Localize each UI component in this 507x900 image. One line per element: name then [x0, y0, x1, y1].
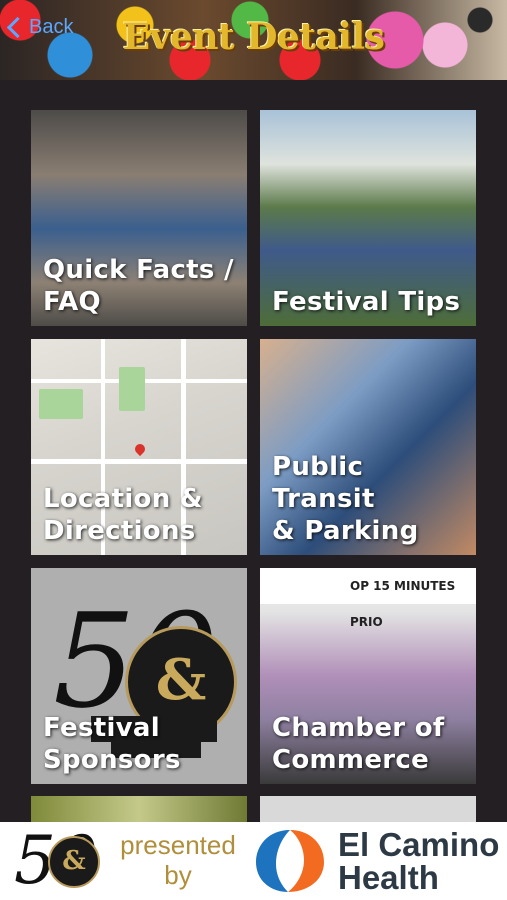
tile-label: Quick Facts / FAQ: [43, 255, 234, 317]
map-pin-icon: [132, 441, 148, 457]
map-park: [119, 367, 145, 411]
tile-location-directions[interactable]: Location & Directions: [31, 339, 247, 555]
tile-quick-facts-faq[interactable]: Quick Facts / FAQ: [31, 110, 247, 326]
menu-grid: Quick Facts / FAQ Festival Tips Location…: [0, 80, 507, 822]
tile-label: Chamber of Commerce: [272, 713, 445, 775]
booth-sign: OP 15 MINUTES PRIO: [260, 568, 476, 629]
tile-public-transit-parking[interactable]: Public Transit & Parking: [260, 339, 476, 555]
tile-label: Public Transit & Parking: [272, 452, 419, 546]
header-banner: Back Event Details: [0, 0, 507, 80]
tile-festival-sponsors[interactable]: 50 & Festival Sponsors: [31, 568, 247, 784]
tile-chamber-of-commerce[interactable]: OP 15 MINUTES PRIO Chamber of Commerce: [260, 568, 476, 784]
tile-festival-tips[interactable]: Festival Tips: [260, 110, 476, 326]
tile-partial-8[interactable]: [260, 796, 476, 822]
tile-label: Location & Directions: [43, 484, 203, 546]
tile-partial-7[interactable]: [31, 796, 247, 822]
page-title: Event Details: [122, 16, 385, 58]
el-camino-health-name: El Camino Health: [338, 826, 500, 896]
tile-label: Festival Sponsors: [43, 713, 181, 775]
footer-sponsor-bar[interactable]: 50 & presented by El Camino Health: [0, 822, 507, 900]
map-park: [39, 389, 83, 419]
footer-seal-icon: &: [48, 836, 100, 888]
el-camino-health-logo-icon: [256, 830, 324, 892]
tile-label: Festival Tips: [272, 287, 461, 317]
presented-by-text: presented by: [120, 830, 236, 890]
